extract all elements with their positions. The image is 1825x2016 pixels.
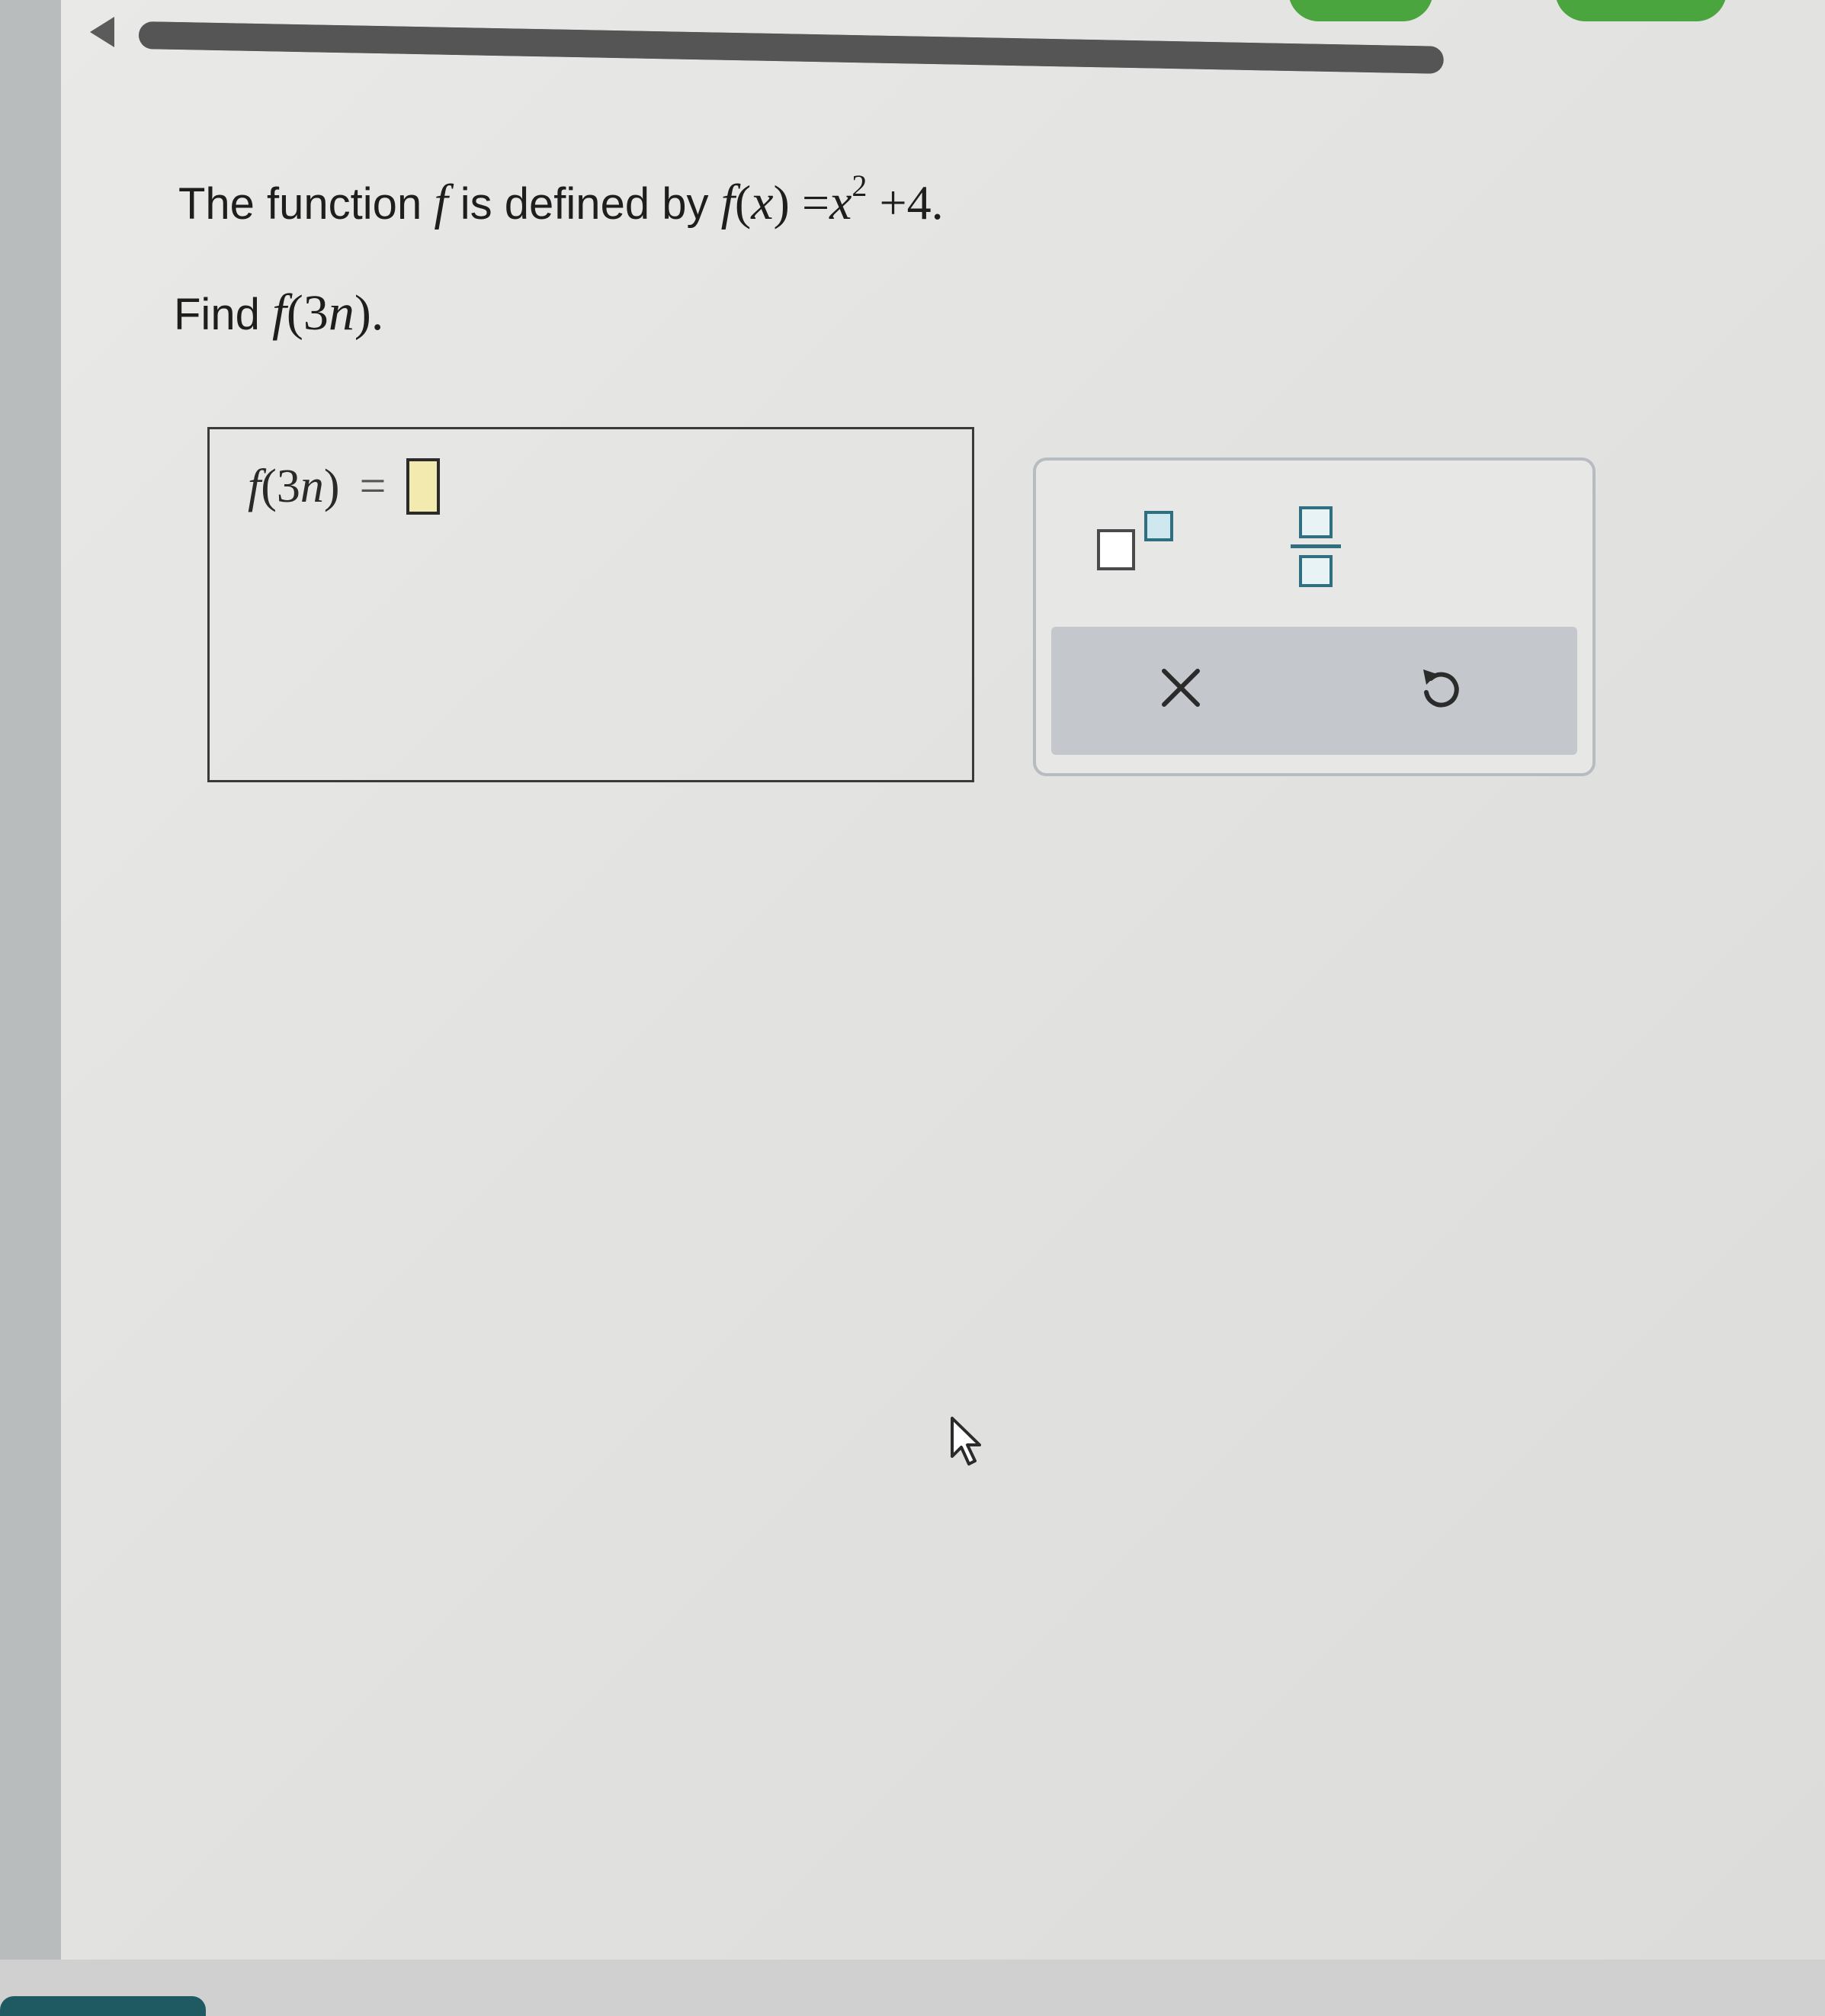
answer-equals: = <box>359 460 386 512</box>
definition-lhs-var: x <box>751 175 774 230</box>
superscript-key[interactable] <box>1097 506 1181 575</box>
fraction-denominator-icon <box>1299 555 1333 587</box>
definition-equals: = <box>801 175 830 230</box>
definition-lhs-close: ) <box>773 175 790 230</box>
find-var: n <box>328 283 354 341</box>
answer-var: n <box>300 460 324 512</box>
caret-left-icon[interactable] <box>90 17 114 47</box>
find-open: (3 <box>286 285 329 341</box>
find-label: Find <box>174 290 260 339</box>
bottom-tab[interactable] <box>0 1996 206 2016</box>
undo-icon <box>1423 669 1459 708</box>
definition-lhs-open: ( <box>734 175 752 230</box>
fraction-bar-icon <box>1291 544 1341 548</box>
question-text: The function f is defined by f(x) =x2 +4… <box>178 168 944 233</box>
mouse-pointer-icon <box>951 1417 981 1465</box>
keypad-action-row <box>1051 627 1577 755</box>
answer-func: f <box>248 460 261 512</box>
find-func: f <box>271 283 287 341</box>
definition-exponent: 2 <box>852 169 868 203</box>
find-close: ). <box>354 285 384 341</box>
undo-button[interactable] <box>1410 657 1471 718</box>
fraction-key[interactable] <box>1288 506 1349 590</box>
superscript-exponent-icon <box>1144 511 1173 541</box>
find-prompt: Find f(3n). <box>174 282 383 342</box>
question-intro: The function <box>178 179 422 229</box>
math-keypad <box>1033 457 1596 776</box>
function-symbol: f <box>434 175 448 230</box>
answer-box[interactable]: f (3 n) = <box>207 427 974 782</box>
top-green-button-1[interactable] <box>1288 0 1433 21</box>
answer-close: ) <box>323 460 340 512</box>
bottom-toolbar <box>0 1960 1825 2016</box>
question-mid: is defined by <box>460 179 709 229</box>
definition-lhs-func: f <box>720 175 735 230</box>
top-green-button-2[interactable] <box>1555 0 1727 21</box>
fraction-numerator-icon <box>1299 506 1333 538</box>
definition-rhs-var: x <box>829 175 852 230</box>
x-icon <box>1162 669 1200 707</box>
definition-rhs-rest: +4. <box>879 175 944 230</box>
superscript-base-icon <box>1097 529 1135 570</box>
answer-line: f (3 n) = <box>248 458 440 515</box>
answer-input[interactable] <box>406 458 440 515</box>
clear-button[interactable] <box>1150 657 1211 718</box>
answer-open: (3 <box>261 460 300 512</box>
